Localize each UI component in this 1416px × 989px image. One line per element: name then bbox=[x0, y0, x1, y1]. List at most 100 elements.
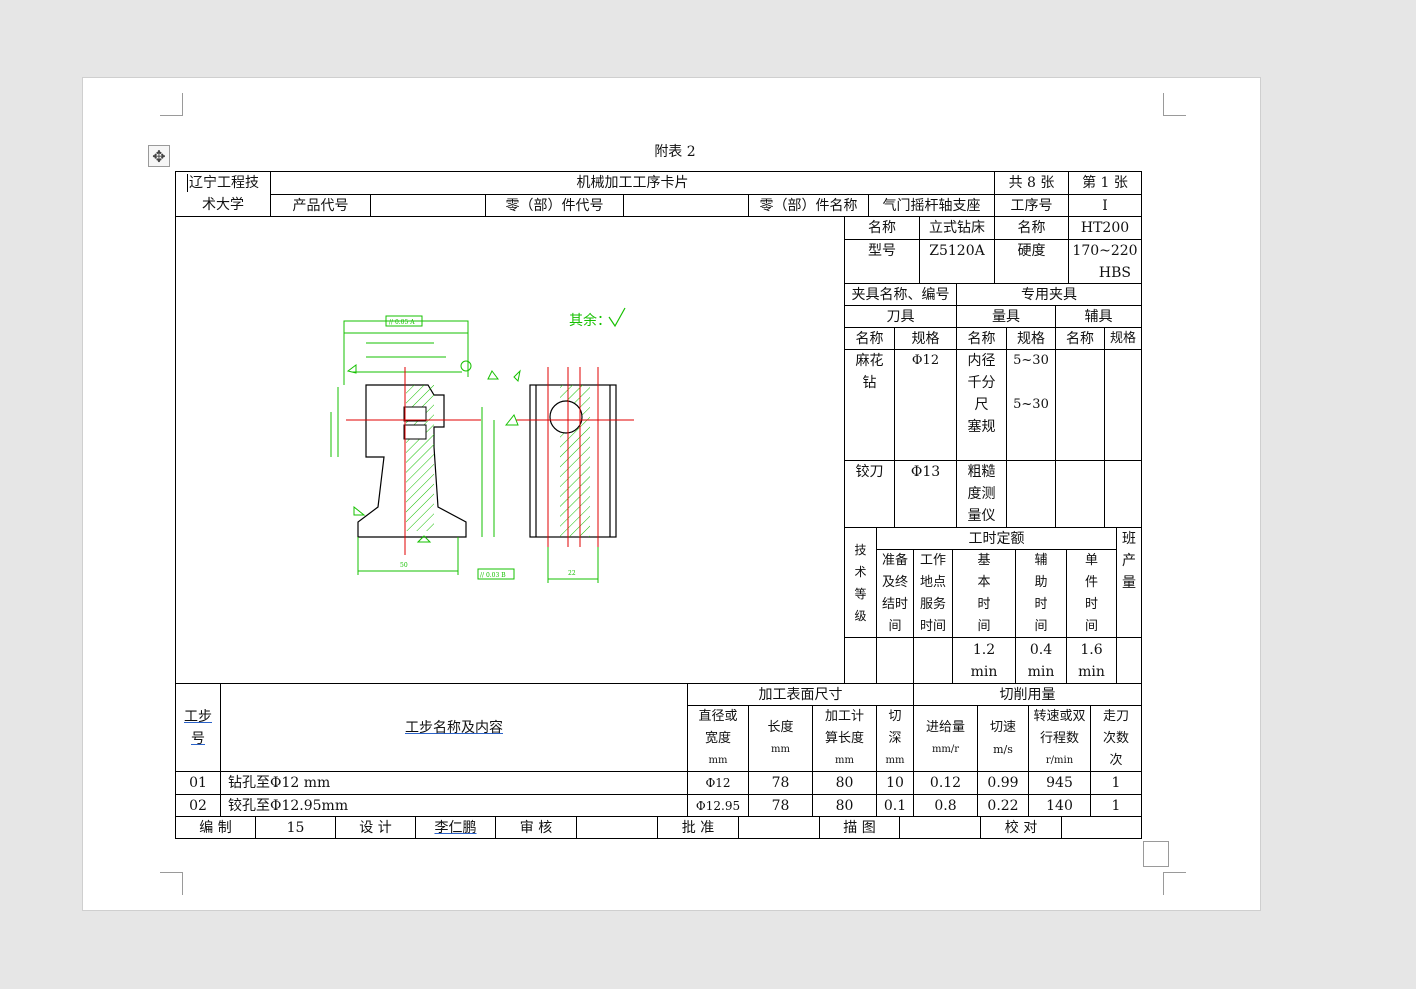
basic-time-value: 1.2 min bbox=[952, 637, 1016, 684]
gauge-name-header: 名称 bbox=[956, 327, 1007, 350]
step-2-no: 02 bbox=[175, 794, 221, 817]
cutter-2-spec: Φ13 bbox=[894, 460, 957, 528]
check-label: 校 对 bbox=[980, 816, 1062, 839]
design-label: 设 计 bbox=[335, 816, 416, 839]
review-label: 审 核 bbox=[495, 816, 577, 839]
crop-mark-bottom-right bbox=[1163, 872, 1186, 895]
svg-text:50: 50 bbox=[400, 562, 408, 569]
shift-output-label: 班产量 bbox=[1116, 527, 1142, 638]
sheet-number: 第 1 张 bbox=[1068, 171, 1142, 195]
cutter-1-spec: Φ12 bbox=[894, 349, 957, 461]
gauge-2-spec bbox=[1006, 460, 1056, 528]
step-1-rpm: 945 bbox=[1028, 771, 1091, 795]
step-content-header: 工步名称及内容 bbox=[220, 683, 688, 772]
design-value: 李仁鹏 bbox=[415, 816, 496, 839]
crop-mark-bottom-left bbox=[160, 872, 183, 895]
part-name-label: 零（部）件名称 bbox=[748, 194, 869, 217]
cutter-2-name: 铰刀 bbox=[844, 460, 895, 528]
part-code-value[interactable] bbox=[623, 194, 749, 217]
aux-spec-header: 规格 bbox=[1104, 327, 1142, 350]
shift-output-value bbox=[1116, 637, 1142, 684]
gauge-header: 量具 bbox=[956, 305, 1056, 328]
fixture-label: 夹具名称、编号 bbox=[844, 283, 957, 306]
cutter-spec-header: 规格 bbox=[894, 327, 957, 350]
step-2-feed: 0.8 bbox=[913, 794, 978, 817]
svg-text:// 0.03 B: // 0.03 B bbox=[480, 572, 506, 579]
step-2-passes: 1 bbox=[1090, 794, 1142, 817]
gauge-2-name: 粗糙 度测 量仪 bbox=[956, 460, 1007, 528]
hardness-value: 170~220 HBS bbox=[1068, 239, 1142, 284]
fixture-value: 专用夹具 bbox=[956, 283, 1142, 306]
cutter-header: 刀具 bbox=[844, 305, 957, 328]
svg-text:其余：: 其余： bbox=[569, 312, 611, 329]
step-1-no: 01 bbox=[175, 771, 221, 795]
part-sketch-svg: 其余： // 0.05 A // 0.03 B 50 22 bbox=[330, 307, 634, 583]
step-1-calc-length: 80 bbox=[812, 771, 877, 795]
compile-label: 编 制 bbox=[175, 816, 256, 839]
check-value bbox=[1061, 816, 1142, 839]
step-2-diameter: Φ12.95 bbox=[687, 794, 749, 817]
material-name-label: 名称 bbox=[994, 216, 1069, 240]
surface-size-header: 加工表面尺寸 bbox=[687, 683, 914, 706]
aux-name-header: 名称 bbox=[1055, 327, 1105, 350]
product-code-value[interactable] bbox=[370, 194, 486, 217]
feed-header: 进给量 mm/r bbox=[913, 705, 978, 772]
text-cursor bbox=[187, 174, 188, 192]
step-1-feed: 0.12 bbox=[913, 771, 978, 795]
approve-label: 批 准 bbox=[657, 816, 739, 839]
step-1-length: 78 bbox=[748, 771, 813, 795]
machine-name-value: 立式钻床 bbox=[919, 216, 995, 240]
tech-grade-label: 技术等级 bbox=[844, 527, 877, 638]
part-name-value[interactable]: 气门摇杆轴支座 bbox=[868, 194, 995, 217]
gauge-1-name: 内径 千分尺塞规 bbox=[956, 349, 1007, 461]
diameter-header: 直径或 宽度 mm bbox=[687, 705, 749, 772]
unit-time-value: 1.6 min bbox=[1066, 637, 1117, 684]
step-no-header: 工步号 bbox=[175, 683, 221, 772]
material-name-value: HT200 bbox=[1068, 216, 1142, 240]
svg-text:22: 22 bbox=[568, 570, 576, 577]
machine-model-label: 型号 bbox=[844, 239, 920, 284]
svg-text:// 0.05 A: // 0.05 A bbox=[389, 319, 415, 326]
step-2-content: 铰孔至Φ12.95mm bbox=[220, 794, 688, 817]
step-1-diameter: Φ12 bbox=[687, 771, 749, 795]
tech-grade-value bbox=[844, 637, 877, 684]
length-header: 长度 mm bbox=[748, 705, 813, 772]
step-2-length: 78 bbox=[748, 794, 813, 817]
aux-tool-header: 辅具 bbox=[1055, 305, 1142, 328]
step-1-passes: 1 bbox=[1090, 771, 1142, 795]
unit-time-label: 单件时间 bbox=[1066, 549, 1117, 638]
process-no-label: 工序号 bbox=[994, 194, 1069, 217]
product-code-label: 产品代号 bbox=[270, 194, 371, 217]
crop-mark-top-right bbox=[1163, 93, 1186, 116]
process-no-value[interactable]: I bbox=[1068, 194, 1142, 217]
speed-header: 切速 m/s bbox=[977, 705, 1029, 772]
depth-header: 切深 mm bbox=[876, 705, 914, 772]
rest-roughness-note: 其余： bbox=[569, 307, 626, 329]
sheet-total: 共 8 张 bbox=[994, 171, 1069, 195]
part-code-label: 零（部）件代号 bbox=[485, 194, 624, 217]
step-2-calc-length: 80 bbox=[812, 794, 877, 817]
step-2-speed: 0.22 bbox=[977, 794, 1029, 817]
gauge-1-spec: 5~30 5~30 bbox=[1006, 349, 1056, 461]
prep-time-label: 准备 及终 结时间 bbox=[876, 549, 914, 638]
step-2-rpm: 140 bbox=[1028, 794, 1091, 817]
prep-time-value bbox=[876, 637, 914, 684]
table-resize-handle[interactable] bbox=[1143, 841, 1169, 867]
service-time-value bbox=[913, 637, 953, 684]
aux-1-spec bbox=[1104, 349, 1142, 461]
table-move-handle-icon[interactable]: ✥ bbox=[148, 145, 170, 167]
step-1-depth: 10 bbox=[876, 771, 914, 795]
cutting-params-header: 切削用量 bbox=[913, 683, 1142, 706]
hardness-label: 硬度 bbox=[994, 239, 1069, 284]
trace-value bbox=[899, 816, 981, 839]
passes-header: 走刀 次数次 bbox=[1090, 705, 1142, 772]
document-caption: 附表 2 bbox=[654, 144, 696, 160]
aux-time-label: 辅助时间 bbox=[1015, 549, 1067, 638]
machine-name-label: 名称 bbox=[844, 216, 920, 240]
aux-2-name bbox=[1055, 460, 1105, 528]
cutter-1-name: 麻花钻 bbox=[844, 349, 895, 461]
gauge-spec-header: 规格 bbox=[1006, 327, 1056, 350]
step-1-speed: 0.99 bbox=[977, 771, 1029, 795]
trace-label: 描 图 bbox=[819, 816, 900, 839]
aux-time-value: 0.4 min bbox=[1015, 637, 1067, 684]
